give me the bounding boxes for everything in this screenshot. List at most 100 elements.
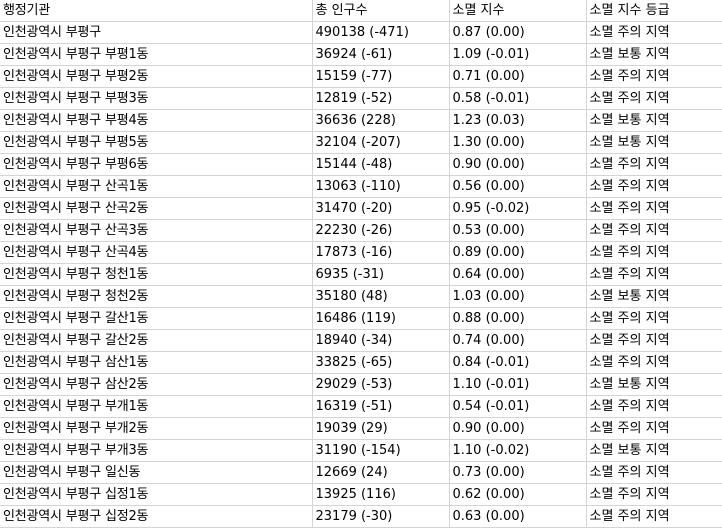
- cell-population[interactable]: 22230 (-26): [312, 219, 450, 242]
- cell-header-population[interactable]: 총 인구수: [312, 0, 450, 22]
- spreadsheet-body: 행정기관 총 인구수 소멸 지수 소멸 지수 등급 인천광역시 부평구 49013…: [0, 0, 722, 528]
- cell-extinction-index[interactable]: 1.03 (0.00): [449, 285, 587, 308]
- cell-extinction-index[interactable]: 0.64 (0.00): [449, 263, 587, 286]
- cell-region[interactable]: 인천광역시 부평구 청천2동: [0, 285, 313, 308]
- cell-region[interactable]: 인천광역시 부평구 갈산2동: [0, 329, 313, 352]
- cell-extinction-index[interactable]: 0.95 (-0.02): [449, 197, 587, 220]
- cell-population[interactable]: 15159 (-77): [312, 65, 450, 88]
- cell-extinction-index[interactable]: 0.62 (0.00): [449, 483, 587, 506]
- cell-region[interactable]: 인천광역시 부평구 부평1동: [0, 43, 313, 66]
- table-row: 인천광역시 부평구 부개1동 16319 (-51) 0.54 (-0.01) 소멸 …: [0, 395, 722, 418]
- cell-extinction-grade[interactable]: 소멸 주의 지역: [586, 461, 722, 484]
- cell-extinction-index[interactable]: 0.90 (0.00): [449, 153, 587, 176]
- cell-extinction-grade[interactable]: 소멸 주의 지역: [586, 483, 722, 506]
- cell-region[interactable]: 인천광역시 부평구 산곡4동: [0, 241, 313, 264]
- cell-header-extinction-index[interactable]: 소멸 지수: [449, 0, 587, 22]
- cell-region[interactable]: 인천광역시 부평구 십정2동: [0, 505, 313, 528]
- cell-region[interactable]: 인천광역시 부평구 부개2동: [0, 417, 313, 440]
- cell-region[interactable]: 인천광역시 부평구 부평4동: [0, 109, 313, 132]
- cell-region[interactable]: 인천광역시 부평구: [0, 21, 313, 44]
- cell-population[interactable]: 13925 (116): [312, 483, 450, 506]
- cell-extinction-grade[interactable]: 소멸 주의 지역: [586, 351, 722, 374]
- cell-region[interactable]: 인천광역시 부평구 삼산2동: [0, 373, 313, 396]
- cell-extinction-grade[interactable]: 소멸 보통 지역: [586, 439, 722, 462]
- cell-population[interactable]: 31470 (-20): [312, 197, 450, 220]
- cell-extinction-index[interactable]: 0.58 (-0.01): [449, 87, 587, 110]
- cell-population[interactable]: 36636 (228): [312, 109, 450, 132]
- cell-extinction-grade[interactable]: 소멸 주의 지역: [586, 329, 722, 352]
- cell-population[interactable]: 490138 (-471): [312, 21, 450, 44]
- cell-header-extinction-grade[interactable]: 소멸 지수 등급: [586, 0, 722, 22]
- cell-region[interactable]: 인천광역시 부평구 십정1동: [0, 483, 313, 506]
- cell-population[interactable]: 18940 (-34): [312, 329, 450, 352]
- cell-extinction-index[interactable]: 0.73 (0.00): [449, 461, 587, 484]
- cell-region[interactable]: 인천광역시 부평구 부평2동: [0, 65, 313, 88]
- cell-extinction-grade[interactable]: 소멸 주의 지역: [586, 65, 722, 88]
- cell-extinction-index[interactable]: 1.10 (-0.02): [449, 439, 587, 462]
- cell-region[interactable]: 인천광역시 부평구 삼산1동: [0, 351, 313, 374]
- cell-population[interactable]: 33825 (-65): [312, 351, 450, 374]
- cell-region[interactable]: 인천광역시 부평구 청천1동: [0, 263, 313, 286]
- table-row: 인천광역시 부평구 490138 (-471) 0.87 (0.00) 소멸 주의 지…: [0, 21, 722, 44]
- cell-population[interactable]: 17873 (-16): [312, 241, 450, 264]
- cell-extinction-grade[interactable]: 소멸 보통 지역: [586, 109, 722, 132]
- cell-population[interactable]: 16319 (-51): [312, 395, 450, 418]
- cell-extinction-index[interactable]: 0.56 (0.00): [449, 175, 587, 198]
- cell-region[interactable]: 인천광역시 부평구 부개1동: [0, 395, 313, 418]
- cell-extinction-grade[interactable]: 소멸 보통 지역: [586, 43, 722, 66]
- cell-extinction-grade[interactable]: 소멸 주의 지역: [586, 175, 722, 198]
- cell-population[interactable]: 15144 (-48): [312, 153, 450, 176]
- cell-population[interactable]: 12669 (24): [312, 461, 450, 484]
- cell-extinction-grade[interactable]: 소멸 주의 지역: [586, 219, 722, 242]
- cell-header-region[interactable]: 행정기관: [0, 0, 313, 22]
- cell-extinction-index[interactable]: 1.23 (0.03): [449, 109, 587, 132]
- cell-extinction-grade[interactable]: 소멸 주의 지역: [586, 505, 722, 528]
- cell-extinction-index[interactable]: 1.09 (-0.01): [449, 43, 587, 66]
- cell-extinction-index[interactable]: 0.54 (-0.01): [449, 395, 587, 418]
- cell-population[interactable]: 19039 (29): [312, 417, 450, 440]
- cell-extinction-grade[interactable]: 소멸 보통 지역: [586, 285, 722, 308]
- cell-extinction-grade[interactable]: 소멸 주의 지역: [586, 197, 722, 220]
- cell-region[interactable]: 인천광역시 부평구 부개3동: [0, 439, 313, 462]
- cell-extinction-index[interactable]: 0.74 (0.00): [449, 329, 587, 352]
- cell-extinction-grade[interactable]: 소멸 주의 지역: [586, 21, 722, 44]
- cell-extinction-grade[interactable]: 소멸 주의 지역: [586, 153, 722, 176]
- cell-region[interactable]: 인천광역시 부평구 부평6동: [0, 153, 313, 176]
- cell-extinction-index[interactable]: 0.87 (0.00): [449, 21, 587, 44]
- cell-region[interactable]: 인천광역시 부평구 갈산1동: [0, 307, 313, 330]
- cell-region[interactable]: 인천광역시 부평구 산곡3동: [0, 219, 313, 242]
- cell-extinction-index[interactable]: 0.63 (0.00): [449, 505, 587, 528]
- cell-population[interactable]: 6935 (-31): [312, 263, 450, 286]
- cell-extinction-index[interactable]: 0.84 (-0.01): [449, 351, 587, 374]
- cell-extinction-index[interactable]: 1.30 (0.00): [449, 131, 587, 154]
- cell-extinction-index[interactable]: 1.10 (-0.01): [449, 373, 587, 396]
- cell-region[interactable]: 인천광역시 부평구 부평5동: [0, 131, 313, 154]
- cell-extinction-index[interactable]: 0.53 (0.00): [449, 219, 587, 242]
- table-row: 인천광역시 부평구 일신동 12669 (24) 0.73 (0.00) 소멸 주의 …: [0, 461, 722, 484]
- cell-population[interactable]: 23179 (-30): [312, 505, 450, 528]
- cell-region[interactable]: 인천광역시 부평구 일신동: [0, 461, 313, 484]
- cell-population[interactable]: 36924 (-61): [312, 43, 450, 66]
- cell-population[interactable]: 16486 (119): [312, 307, 450, 330]
- cell-extinction-index[interactable]: 0.88 (0.00): [449, 307, 587, 330]
- cell-extinction-grade[interactable]: 소멸 주의 지역: [586, 241, 722, 264]
- cell-region[interactable]: 인천광역시 부평구 산곡2동: [0, 197, 313, 220]
- cell-population[interactable]: 35180 (48): [312, 285, 450, 308]
- cell-population[interactable]: 32104 (-207): [312, 131, 450, 154]
- cell-extinction-grade[interactable]: 소멸 주의 지역: [586, 263, 722, 286]
- cell-region[interactable]: 인천광역시 부평구 부평3동: [0, 87, 313, 110]
- cell-extinction-grade[interactable]: 소멸 주의 지역: [586, 395, 722, 418]
- cell-population[interactable]: 29029 (-53): [312, 373, 450, 396]
- cell-extinction-index[interactable]: 0.90 (0.00): [449, 417, 587, 440]
- cell-extinction-grade[interactable]: 소멸 주의 지역: [586, 417, 722, 440]
- cell-extinction-grade[interactable]: 소멸 주의 지역: [586, 307, 722, 330]
- cell-population[interactable]: 13063 (-110): [312, 175, 450, 198]
- cell-extinction-grade[interactable]: 소멸 보통 지역: [586, 131, 722, 154]
- cell-extinction-grade[interactable]: 소멸 주의 지역: [586, 87, 722, 110]
- cell-population[interactable]: 12819 (-52): [312, 87, 450, 110]
- cell-extinction-index[interactable]: 0.71 (0.00): [449, 65, 587, 88]
- cell-population[interactable]: 31190 (-154): [312, 439, 450, 462]
- cell-extinction-index[interactable]: 0.89 (0.00): [449, 241, 587, 264]
- cell-region[interactable]: 인천광역시 부평구 산곡1동: [0, 175, 313, 198]
- cell-extinction-grade[interactable]: 소멸 보통 지역: [586, 373, 722, 396]
